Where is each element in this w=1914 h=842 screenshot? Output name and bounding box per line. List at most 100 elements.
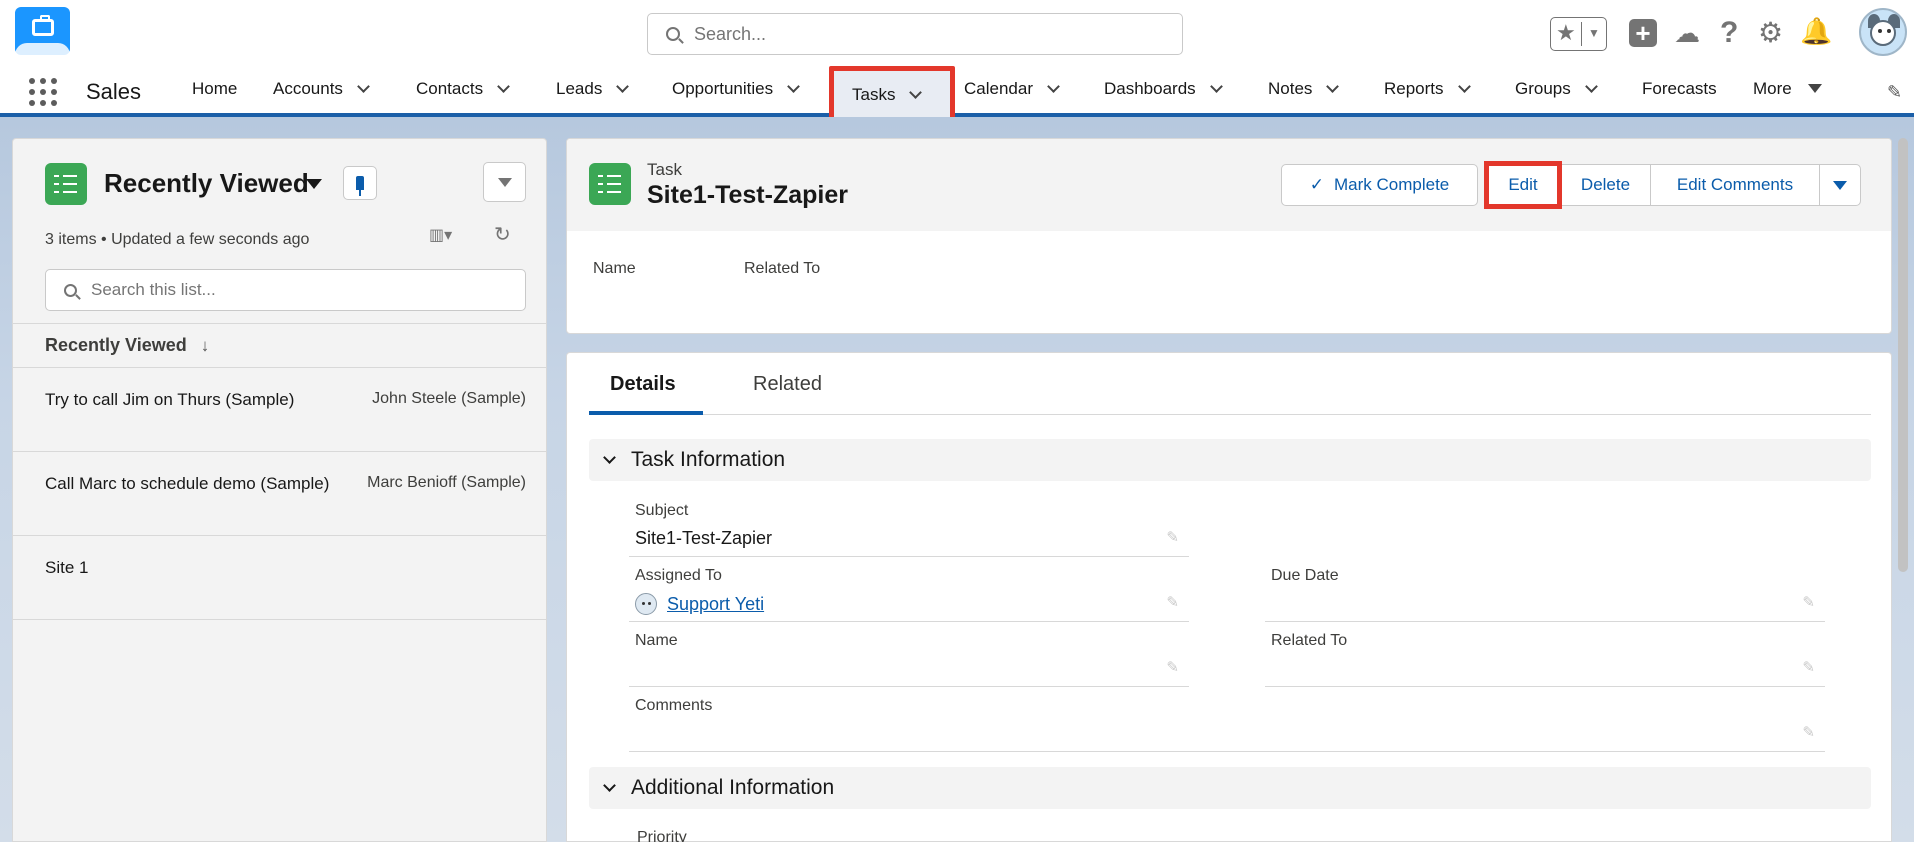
- mark-complete-label: Mark Complete: [1333, 175, 1450, 194]
- nav-item-label: More: [1753, 78, 1792, 98]
- chevron-down-icon[interactable]: [1326, 79, 1340, 93]
- nav-item-home[interactable]: Home: [192, 64, 237, 113]
- trailhead-icon[interactable]: ☁: [1674, 18, 1700, 49]
- nav-item-label: Reports: [1384, 78, 1444, 98]
- pin-list-button[interactable]: [343, 166, 377, 200]
- field-name: Name ✎: [629, 625, 1189, 687]
- caret-down-icon[interactable]: [1807, 84, 1822, 93]
- edit-comments-button[interactable]: Edit Comments: [1650, 164, 1820, 206]
- nav-item-label: Notes: [1268, 78, 1313, 98]
- global-search-box[interactable]: [647, 13, 1183, 55]
- caret-down-icon: [1833, 180, 1847, 190]
- field-value: Site1-Test-Zapier: [635, 528, 773, 548]
- list-view-controls-button[interactable]: [483, 162, 526, 202]
- edit-nav-pencil-icon[interactable]: ✎: [1887, 82, 1902, 103]
- record-details-card: Details Related Task Information Subject…: [566, 352, 1892, 842]
- nav-item-label: Contacts: [416, 78, 484, 98]
- more-actions-button[interactable]: [1819, 164, 1861, 206]
- inline-edit-pencil-icon[interactable]: ✎: [1802, 723, 1815, 741]
- inline-edit-pencil-icon[interactable]: ✎: [1166, 593, 1179, 611]
- list-item-subject[interactable]: Try to call Jim on Thurs (Sample): [45, 390, 294, 410]
- nav-item-calendar[interactable]: Calendar: [964, 64, 1060, 113]
- nav-item-contacts[interactable]: Contacts: [416, 64, 510, 113]
- field-comments: Comments ✎: [629, 690, 1825, 752]
- nav-item-reports[interactable]: Reports: [1384, 64, 1471, 113]
- list-item[interactable]: Site 1: [13, 536, 546, 620]
- mark-complete-button[interactable]: ✓ Mark Complete: [1281, 164, 1478, 206]
- inline-edit-pencil-icon[interactable]: ✎: [1166, 528, 1179, 546]
- chevron-down-icon[interactable]: [1209, 79, 1223, 93]
- section-task-information[interactable]: Task Information: [589, 439, 1871, 481]
- chevron-down-icon[interactable]: [497, 79, 510, 93]
- record-title: Site1-Test-Zapier: [647, 181, 848, 209]
- global-search-input[interactable]: [694, 23, 1154, 45]
- list-item-subject[interactable]: Call Marc to schedule demo (Sample): [45, 474, 329, 494]
- list-view-switcher-caret-icon[interactable]: [306, 179, 322, 189]
- nav-item-groups[interactable]: Groups: [1515, 64, 1598, 113]
- add-plus-icon[interactable]: +: [1629, 19, 1657, 47]
- help-icon[interactable]: ?: [1720, 16, 1738, 50]
- refresh-icon[interactable]: ↻: [494, 222, 511, 247]
- nav-item-label: Opportunities: [672, 78, 774, 98]
- user-avatar[interactable]: [1859, 8, 1907, 56]
- nav-item-label: Leads: [556, 78, 603, 98]
- favorites-star-icon[interactable]: ★ ▼: [1550, 17, 1607, 51]
- tab-details[interactable]: Details: [610, 373, 676, 396]
- highlight-related-label: Related To: [744, 260, 821, 277]
- tab-related[interactable]: Related: [753, 373, 822, 396]
- chevron-down-icon[interactable]: [1047, 79, 1060, 93]
- caret-down-icon: [497, 177, 512, 187]
- nav-item-label: Accounts: [273, 78, 343, 98]
- delete-button[interactable]: Delete: [1560, 164, 1651, 206]
- app-nav-bar: Sales Home Accounts Contacts Leads Oppor…: [0, 64, 1914, 124]
- list-search-input[interactable]: [91, 280, 511, 300]
- inline-edit-pencil-icon[interactable]: ✎: [1802, 658, 1815, 676]
- assigned-user-link[interactable]: Support Yeti: [635, 593, 764, 615]
- global-header: ★ ▼ + ☁ ? ⚙ 🔔: [0, 0, 1914, 64]
- list-view-panel: Recently Viewed 3 items • Updated a few …: [12, 138, 547, 842]
- inline-edit-pencil-icon[interactable]: ✎: [1166, 658, 1179, 676]
- nav-item-dashboards[interactable]: Dashboards: [1104, 64, 1223, 113]
- notifications-bell-icon[interactable]: 🔔: [1800, 16, 1832, 47]
- list-meta-info: 3 items • Updated a few seconds ago: [45, 231, 310, 248]
- chevron-down-icon[interactable]: [1457, 79, 1471, 93]
- nav-item-leads[interactable]: Leads: [556, 64, 630, 113]
- nav-item-opportunities[interactable]: Opportunities: [672, 64, 800, 113]
- list-view-title[interactable]: Recently Viewed: [104, 168, 309, 199]
- chevron-down-icon[interactable]: [787, 79, 800, 93]
- chevron-down-icon[interactable]: [909, 86, 923, 99]
- chevron-down-icon[interactable]: [357, 79, 370, 93]
- assigned-user-name[interactable]: Support Yeti: [667, 594, 764, 615]
- list-item[interactable]: Try to call Jim on Thurs (Sample) John S…: [13, 368, 546, 452]
- checkmark-icon: ✓: [1309, 175, 1324, 194]
- list-sort-header[interactable]: Recently Viewed ↓: [13, 323, 546, 368]
- nav-item-forecasts[interactable]: Forecasts: [1642, 64, 1717, 113]
- app-logo-icon[interactable]: [15, 7, 70, 55]
- list-item-subject[interactable]: Site 1: [45, 558, 88, 578]
- field-assigned-to: Assigned To Support Yeti ✎: [629, 560, 1189, 622]
- edit-button[interactable]: Edit: [1484, 161, 1562, 209]
- nav-item-label: Groups: [1515, 78, 1571, 98]
- task-list-icon: [45, 163, 87, 205]
- nav-item-accounts[interactable]: Accounts: [273, 64, 370, 113]
- chevron-down-icon[interactable]: [616, 79, 630, 93]
- inline-edit-pencil-icon[interactable]: ✎: [1802, 593, 1815, 611]
- field-related-to: Related To ✎: [1265, 625, 1825, 687]
- search-icon: [666, 27, 680, 41]
- list-item-contact: Marc Benioff (Sample): [367, 474, 526, 491]
- chevron-down-icon[interactable]: [1584, 79, 1598, 93]
- list-item[interactable]: Call Marc to schedule demo (Sample) Marc…: [13, 452, 546, 536]
- field-due-date: Due Date ✎: [1265, 560, 1825, 622]
- setup-gear-icon[interactable]: ⚙: [1758, 16, 1783, 49]
- nav-item-more[interactable]: More: [1753, 64, 1822, 113]
- display-as-table-icon[interactable]: ▥▾: [429, 225, 452, 245]
- app-launcher-waffle-icon[interactable]: [29, 78, 57, 106]
- sort-header-label: Recently Viewed: [45, 335, 187, 355]
- nav-item-tasks[interactable]: Tasks: [829, 66, 955, 124]
- field-subject: Subject Site1-Test-Zapier ✎: [629, 495, 1189, 557]
- list-search-box[interactable]: [45, 269, 526, 311]
- nav-item-notes[interactable]: Notes: [1268, 64, 1340, 113]
- record-header: Task Site1-Test-Zapier ✓ Mark Complete E…: [567, 139, 1891, 231]
- page-scrollbar[interactable]: [1898, 138, 1908, 572]
- section-additional-information[interactable]: Additional Information: [589, 767, 1871, 809]
